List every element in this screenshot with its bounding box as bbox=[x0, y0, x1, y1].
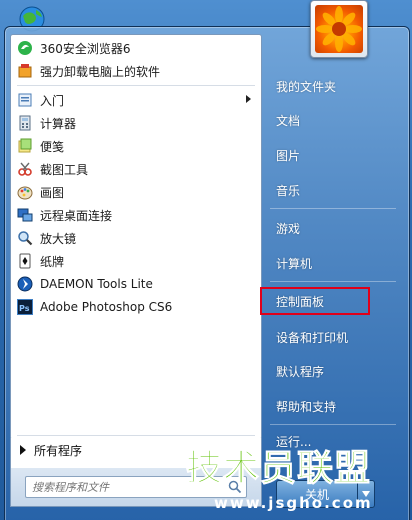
program-item-magnifier[interactable]: 放大镜 bbox=[11, 227, 261, 249]
program-label: 远程桌面连接 bbox=[40, 208, 113, 223]
right-item-documents[interactable]: 文档 bbox=[268, 108, 400, 132]
program-label: 画图 bbox=[40, 185, 65, 200]
browser-360-icon bbox=[17, 40, 33, 56]
uninstall-icon bbox=[17, 63, 33, 79]
right-item-computer[interactable]: 计算机 bbox=[268, 251, 400, 275]
right-item-pictures[interactable]: 图片 bbox=[268, 143, 400, 167]
magnifier-icon bbox=[17, 230, 33, 246]
program-item-getting-started[interactable]: 入门 bbox=[11, 89, 261, 111]
program-label: DAEMON Tools Lite bbox=[40, 277, 153, 291]
right-item-help-support[interactable]: 帮助和支持 bbox=[268, 394, 400, 418]
solitaire-icon bbox=[17, 253, 33, 269]
program-label: 计算器 bbox=[40, 116, 77, 131]
getting-started-icon bbox=[17, 92, 33, 108]
program-item-calculator[interactable]: 计算器 bbox=[11, 112, 261, 134]
program-item-paint[interactable]: 画图 bbox=[11, 181, 261, 203]
program-item-photoshop[interactable]: Ps Adobe Photoshop CS6 bbox=[11, 296, 261, 318]
expand-triangle-icon bbox=[20, 445, 26, 455]
programs-panel: 360安全浏览器6 强力卸载电脑上的软件 入门 计算器 便笺 截图工具 画图 远… bbox=[10, 34, 262, 440]
program-label: 便笺 bbox=[40, 139, 65, 154]
flower-avatar-image bbox=[315, 5, 363, 53]
program-item-remote-desktop[interactable]: 远程桌面连接 bbox=[11, 204, 261, 226]
sticky-notes-icon bbox=[17, 138, 33, 154]
right-divider bbox=[270, 208, 396, 209]
divider bbox=[17, 435, 255, 436]
program-item-snipping-tool[interactable]: 截图工具 bbox=[11, 158, 261, 180]
right-item-games[interactable]: 游戏 bbox=[268, 216, 400, 240]
control-panel-highlight-box bbox=[260, 287, 370, 315]
divider bbox=[17, 85, 255, 86]
program-label: 截图工具 bbox=[40, 162, 89, 177]
right-divider bbox=[270, 281, 396, 282]
program-label: 强力卸载电脑上的软件 bbox=[40, 64, 161, 79]
program-label: Adobe Photoshop CS6 bbox=[40, 300, 173, 314]
remote-desktop-icon bbox=[17, 207, 33, 223]
watermark-url: www.jsgho.com bbox=[214, 494, 373, 512]
daemon-tools-icon bbox=[17, 276, 33, 292]
program-label: 360安全浏览器6 bbox=[40, 41, 131, 56]
right-item-music[interactable]: 音乐 bbox=[268, 178, 400, 202]
submenu-arrow-icon bbox=[246, 95, 251, 103]
program-label: 纸牌 bbox=[40, 254, 65, 269]
program-item-sticky-notes[interactable]: 便笺 bbox=[11, 135, 261, 157]
right-item-default-programs[interactable]: 默认程序 bbox=[268, 359, 400, 383]
program-item-solitaire[interactable]: 纸牌 bbox=[11, 250, 261, 272]
svg-text:Ps: Ps bbox=[19, 304, 30, 313]
program-item-daemon-tools[interactable]: DAEMON Tools Lite bbox=[11, 273, 261, 295]
snipping-tool-icon bbox=[17, 161, 33, 177]
program-item-uninstaller[interactable]: 强力卸载电脑上的软件 bbox=[11, 60, 261, 82]
program-item-360-browser[interactable]: 360安全浏览器6 bbox=[11, 37, 261, 59]
program-label: 入门 bbox=[40, 93, 65, 108]
user-avatar[interactable] bbox=[310, 0, 368, 58]
program-label: 放大镜 bbox=[40, 231, 77, 246]
photoshop-icon: Ps bbox=[17, 299, 33, 315]
calculator-icon bbox=[17, 115, 33, 131]
right-item-my-folder[interactable]: 我的文件夹 bbox=[268, 74, 400, 98]
right-divider bbox=[270, 424, 396, 425]
watermark-logo-text: 技术员联盟 bbox=[186, 448, 372, 490]
paint-icon bbox=[17, 184, 33, 200]
all-programs-label: 所有程序 bbox=[34, 443, 83, 458]
right-item-devices-printers[interactable]: 设备和打印机 bbox=[268, 325, 400, 349]
